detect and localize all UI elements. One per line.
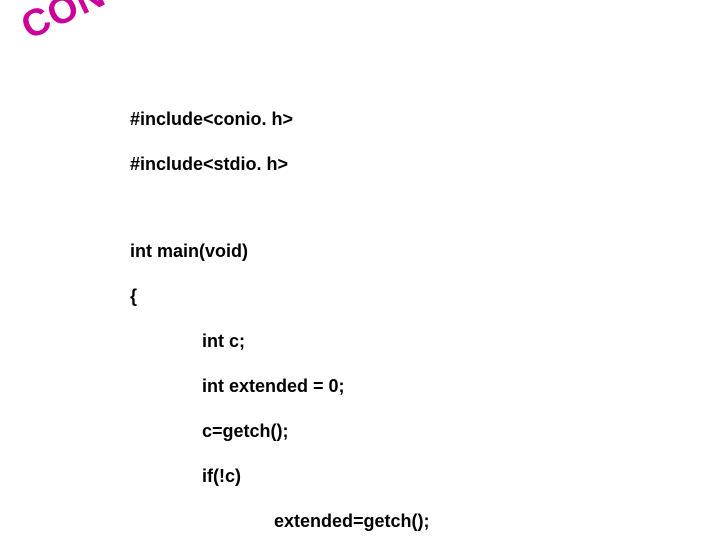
slide-title-wordart: CONTOH :	[15, 0, 210, 49]
code-line: #include<stdio. h>	[130, 153, 609, 176]
code-line: int c;	[130, 330, 609, 353]
code-line: c=getch();	[130, 420, 609, 443]
code-example-block: #include<conio. h> #include<stdio. h> in…	[130, 85, 609, 540]
code-line: {	[130, 285, 609, 308]
code-line: extended=getch();	[130, 510, 609, 533]
code-line: if(!c)	[130, 465, 609, 488]
code-line: int extended = 0;	[130, 375, 609, 398]
code-line: int main(void)	[130, 240, 609, 263]
code-line: #include<conio. h>	[130, 108, 609, 131]
